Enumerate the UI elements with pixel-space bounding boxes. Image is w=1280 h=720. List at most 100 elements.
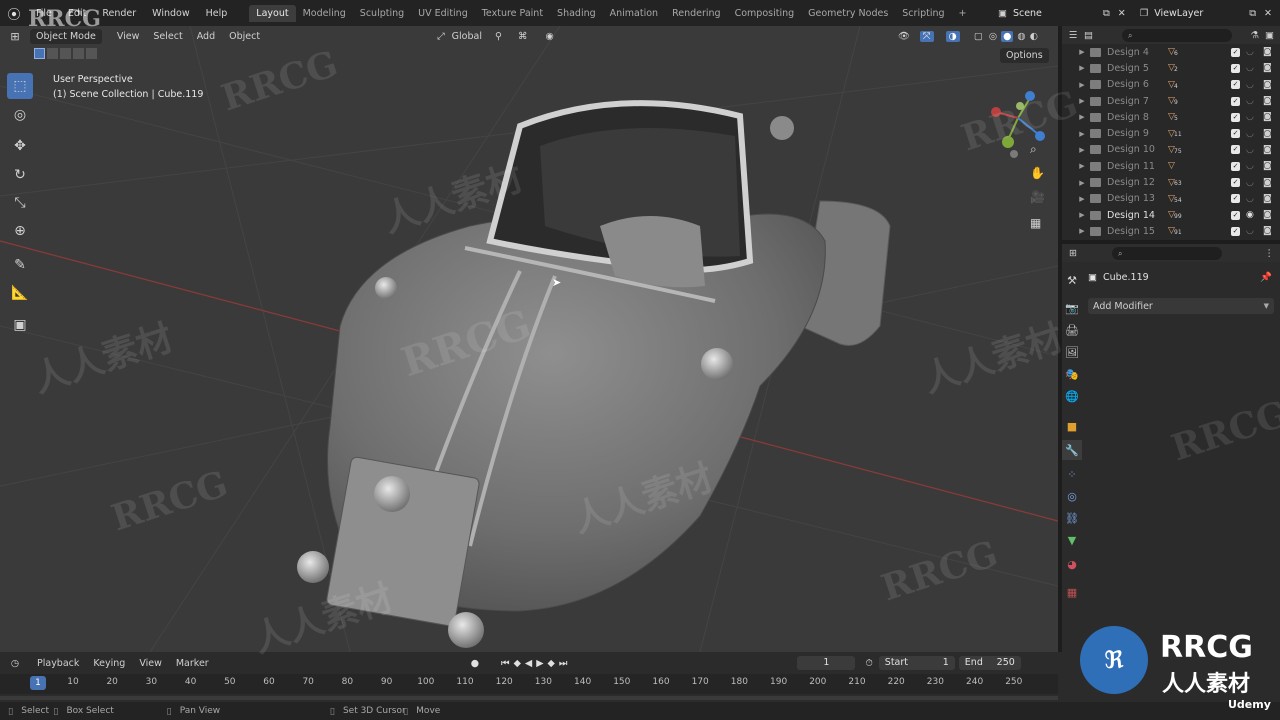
visibility-icon[interactable]: 👁 [898,31,910,42]
menu-view[interactable]: View [110,31,147,42]
outliner-display-mode-icon[interactable]: ▤ [1084,30,1106,41]
eye-icon[interactable]: ◡ [1246,47,1254,57]
menu-timeline-view[interactable]: View [132,658,169,669]
view-layer-new-icon[interactable]: ⧉ [1249,8,1256,19]
menu-marker[interactable]: Marker [169,658,216,669]
exclude-checkbox[interactable]: ✓ [1231,47,1240,57]
shading-material-icon[interactable]: ◍ [1017,31,1025,42]
outliner-row[interactable]: ▶ Design 11 ▽ ✓ ◡ ◙ [1062,158,1280,174]
shading-solid-icon[interactable]: ● [1001,30,1014,42]
data-tab-icon[interactable]: ▼ [1062,530,1082,550]
object-tab-icon[interactable]: ■ [1062,416,1082,436]
select-new-icon[interactable] [34,48,45,59]
outliner-row[interactable]: ▶ Design 15 ▽ 91 ✓ ◡ ◙ [1062,223,1280,239]
expand-arrow-icon[interactable]: ▶ [1074,179,1090,187]
outliner-row[interactable]: ▶ Design 14 ▽ 99 ✓ ◉ ◙ [1062,207,1280,223]
menu-file[interactable]: File [28,8,60,19]
menu-edit[interactable]: Edit [60,8,94,19]
menu-playback[interactable]: Playback [30,658,86,669]
camera-icon[interactable]: ◙ [1263,129,1272,139]
exclude-checkbox[interactable]: ✓ [1231,210,1240,220]
outliner-row[interactable]: ▶ Design 4 ▽ 6 ✓ ◡ ◙ [1062,44,1280,60]
menu-keying[interactable]: Keying [86,658,132,669]
tab-layout[interactable]: Layout [249,4,296,22]
select-invert-icon[interactable] [73,48,84,59]
camera-icon[interactable]: ◙ [1263,226,1272,236]
camera-icon[interactable]: ◙ [1263,145,1272,155]
menu-help[interactable]: Help [198,8,236,19]
new-collection-icon[interactable]: ▣ [1265,30,1274,41]
scene-new-icon[interactable]: ⧉ [1103,8,1110,19]
exclude-checkbox[interactable]: ✓ [1231,145,1240,155]
outliner-row[interactable]: ▶ Design 9 ▽ 11 ✓ ◡ ◙ [1062,125,1280,141]
expand-arrow-icon[interactable]: ▶ [1074,211,1090,219]
tab-uv-editing[interactable]: UV Editing [411,5,475,22]
scene-selector[interactable]: Scene [1013,8,1103,19]
tab-sculpting[interactable]: Sculpting [353,5,411,22]
record-icon[interactable]: ● [471,658,479,669]
measure-tool-icon[interactable]: 📐 [7,280,33,306]
expand-arrow-icon[interactable]: ▶ [1074,227,1090,235]
play-reverse-icon[interactable]: ◀ [525,658,532,669]
menu-add[interactable]: Add [190,31,222,42]
scene-close-icon[interactable]: ✕ [1118,8,1126,19]
tab-modeling[interactable]: Modeling [296,5,353,22]
view-layer-close-icon[interactable]: ✕ [1264,8,1272,19]
eye-icon[interactable]: ◡ [1246,178,1254,188]
scale-tool-icon[interactable]: ⤡ [7,190,33,216]
filter-icon[interactable]: ⚗ [1250,30,1259,41]
gizmo-toggle-icon[interactable]: ⤧ [919,30,934,42]
add-cube-tool-icon[interactable]: ▣ [7,312,33,338]
outliner-row[interactable]: ▶ Design 8 ▽ 5 ✓ ◡ ◙ [1062,109,1280,125]
select-intersect-icon[interactable] [86,48,97,59]
view-layer-selector[interactable]: ViewLayer [1154,8,1249,19]
menu-object[interactable]: Object [222,31,267,42]
expand-arrow-icon[interactable]: ▶ [1074,97,1090,105]
particles-tab-icon[interactable]: ⁘ [1062,464,1082,484]
exclude-checkbox[interactable]: ✓ [1231,129,1240,139]
jump-start-icon[interactable]: ⏮ [501,658,510,669]
outliner-row[interactable]: ▶ Design 13 ▽ 54 ✓ ◡ ◙ [1062,191,1280,207]
modifier-tab-icon[interactable]: 🔧 [1062,440,1082,460]
pin-icon[interactable]: 📌 [1260,272,1272,283]
outliner-editor-icon[interactable]: ☰ [1062,30,1084,41]
object-mode-dropdown[interactable]: Object Mode [30,28,102,44]
outliner-search-input[interactable]: ⌕ [1122,28,1232,42]
cursor-tool-icon[interactable]: ◎ [7,102,33,128]
tab-compositing[interactable]: Compositing [728,5,802,22]
constraints-tab-icon[interactable]: ⛓ [1062,508,1082,528]
move-tool-icon[interactable]: ✥ [7,133,33,159]
exclude-checkbox[interactable]: ✓ [1231,63,1240,73]
shading-render-icon[interactable]: ◐ [1030,31,1038,42]
properties-options-icon[interactable]: ⋮ [1265,248,1275,259]
texture-tab-icon[interactable]: ▦ [1062,582,1082,602]
zoom-view-icon[interactable]: ⌕ [1030,142,1037,157]
camera-icon[interactable]: ◙ [1263,178,1272,188]
eye-icon[interactable]: ◡ [1246,80,1254,90]
overlay-toggle-icon[interactable]: ◑ [945,30,960,42]
stopwatch-icon[interactable]: ⏱ [865,658,872,669]
exclude-checkbox[interactable]: ✓ [1231,80,1240,90]
exclude-checkbox[interactable]: ✓ [1231,112,1240,122]
eye-icon[interactable]: ◡ [1246,161,1254,171]
xray-icon[interactable]: ▢ [974,31,983,42]
menu-select[interactable]: Select [146,31,189,42]
eye-icon[interactable]: ◡ [1246,63,1254,73]
tab-animation[interactable]: Animation [603,5,665,22]
expand-arrow-icon[interactable]: ▶ [1074,130,1090,138]
rotate-tool-icon[interactable]: ↻ [7,162,33,188]
properties-editor-icon[interactable]: ⊞ [1062,248,1084,259]
exclude-checkbox[interactable]: ✓ [1231,96,1240,106]
tab-shading[interactable]: Shading [550,5,603,22]
options-dropdown[interactable]: Options [1000,48,1049,63]
3d-viewport[interactable]: ⊞ Object Mode View Select Add Object ⤢ G… [0,26,1058,652]
pan-view-icon[interactable]: ✋ [1030,166,1045,180]
exclude-checkbox[interactable]: ✓ [1231,226,1240,236]
transform-tool-icon[interactable]: ⊕ [7,218,33,244]
select-subtract-icon[interactable] [60,48,71,59]
outliner-row[interactable]: ▶ Design 6 ▽ 4 ✓ ◡ ◙ [1062,77,1280,93]
expand-arrow-icon[interactable]: ▶ [1074,48,1090,56]
next-keyframe-icon[interactable]: ◆ [548,658,555,669]
timeline-scrollbar[interactable] [0,696,1058,700]
select-box-tool-icon[interactable]: ⬚ [7,73,33,99]
